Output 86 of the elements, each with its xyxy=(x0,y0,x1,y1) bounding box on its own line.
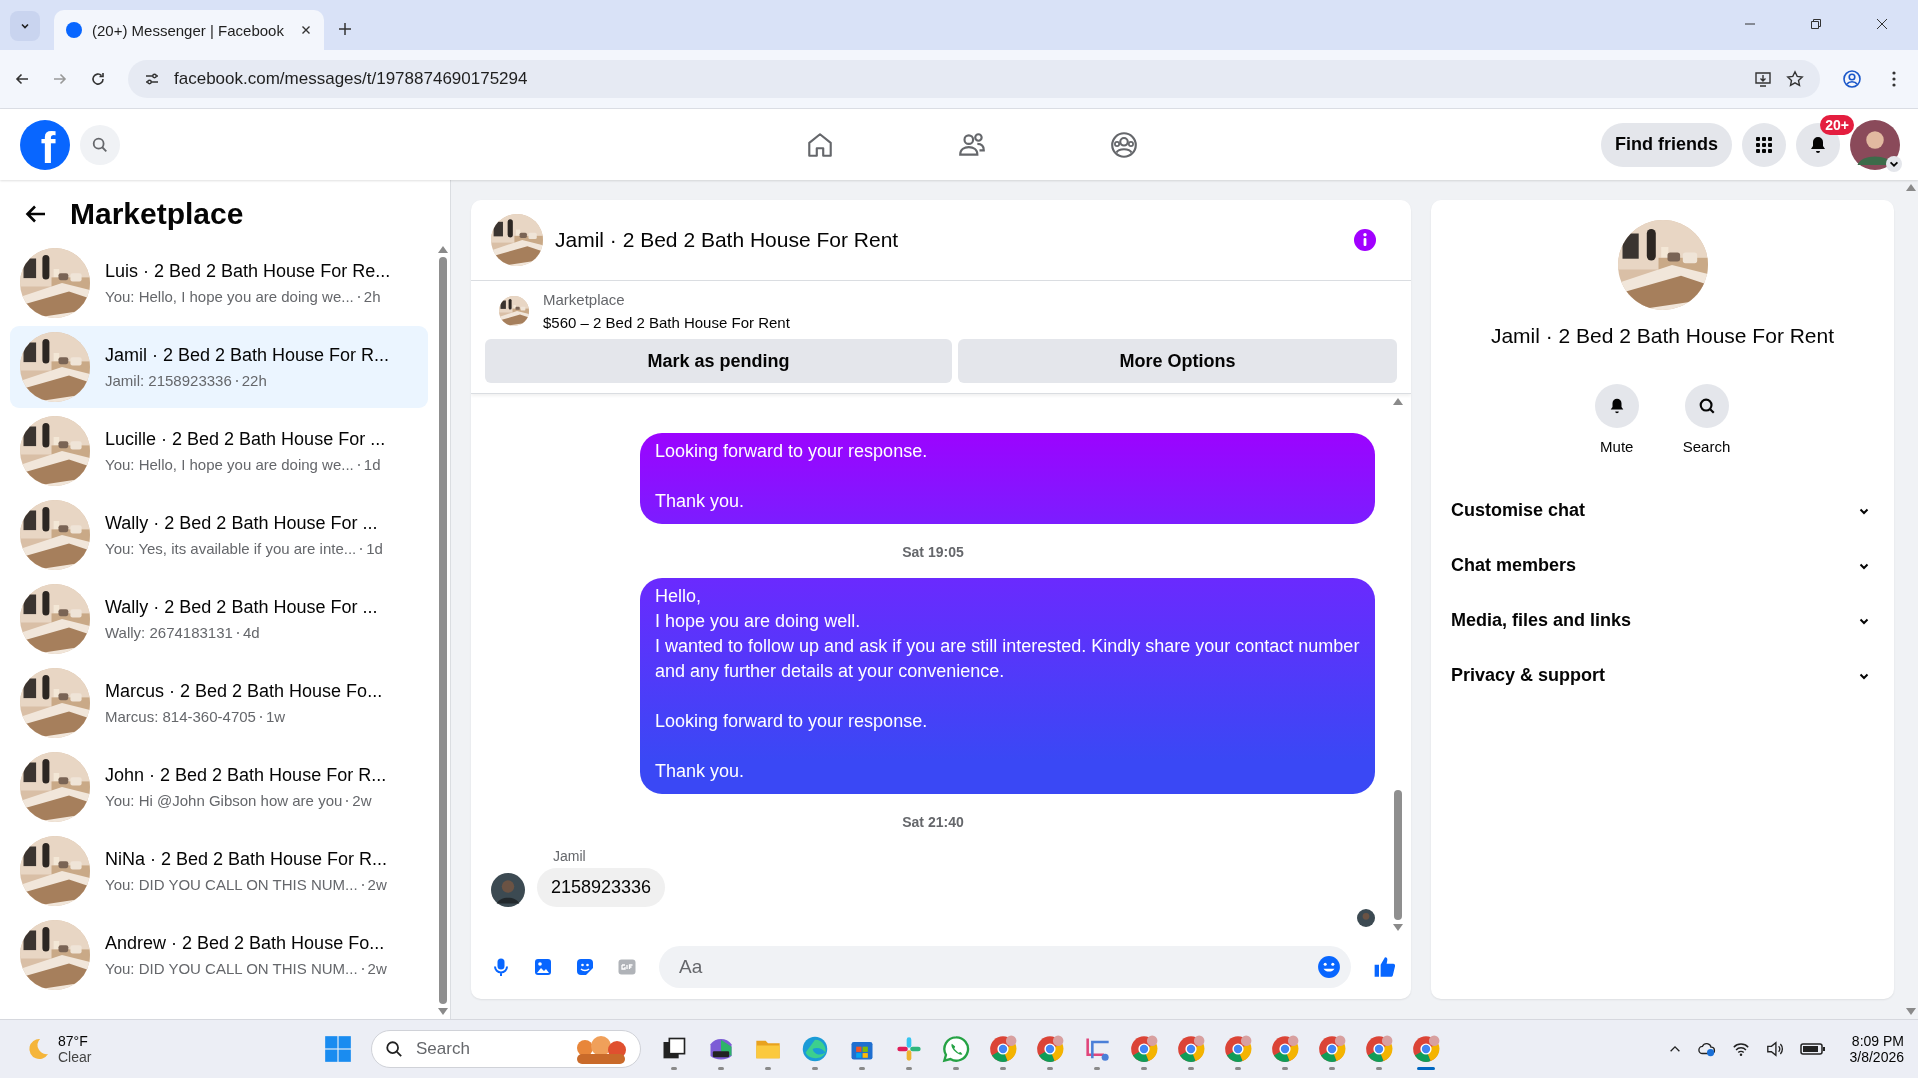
chat-title: Jamil · 2 Bed 2 Bath House For Rent xyxy=(555,228,899,252)
profile-icon[interactable] xyxy=(1842,69,1862,89)
reload-icon[interactable] xyxy=(90,71,106,87)
restore-icon[interactable] xyxy=(1810,18,1822,30)
chrome-app-icon[interactable] xyxy=(1177,1034,1205,1063)
timestamp: Sat 19:05 xyxy=(902,544,964,560)
notification-badge: 20+ xyxy=(1820,114,1854,135)
chrome-app-icon[interactable] xyxy=(1412,1034,1440,1063)
weather-condition: Clear xyxy=(58,1049,92,1065)
close-icon[interactable] xyxy=(300,24,312,36)
message-bubble: Hello, I hope you are doing well. I wanted to follow up and ask if you are still interested. Kindly share your contact number and any further details at your convenience. Looking forward to your response. Thank you. xyxy=(640,578,1375,794)
conversation-item[interactable]: Wally · 2 Bed 2 Bath House For ... Wally: 2674183131 4d xyxy=(10,578,428,660)
sidebar-title: Marketplace xyxy=(70,197,244,231)
sticker-icon[interactable] xyxy=(575,957,595,977)
volume-icon[interactable] xyxy=(1765,1040,1784,1058)
action-label: Mute xyxy=(1600,438,1634,455)
action-button[interactable]: More Options xyxy=(957,339,1397,383)
search-icon xyxy=(91,135,109,154)
clock-time[interactable]: 8:09 PM xyxy=(1851,1033,1904,1049)
action-button[interactable]: Mark as pending xyxy=(485,339,952,383)
conversation-item[interactable]: Marcus · 2 Bed 2 Bath House Fo... Marcus: 814-360-4705 1w xyxy=(10,662,428,744)
microphone-icon[interactable] xyxy=(491,957,511,977)
section-header[interactable]: Chat members xyxy=(1431,538,1894,593)
install-icon[interactable] xyxy=(1754,70,1772,88)
back-icon[interactable] xyxy=(14,71,30,87)
start-icon[interactable] xyxy=(324,1035,352,1063)
conversation-item[interactable]: NiNa · 2 Bed 2 Bath House For R... You: DID YOU CALL ON THIS NUM... 2w xyxy=(10,830,428,912)
clock-date[interactable]: 3/8/2026 xyxy=(1849,1049,1904,1065)
chrome-app-icon[interactable] xyxy=(989,1034,1017,1063)
chrome-app-icon[interactable] xyxy=(1224,1034,1252,1063)
conversation-item[interactable]: Jamil · 2 Bed 2 Bath House For R... Jamil: 2158923336 22h xyxy=(10,326,428,408)
section-header[interactable]: Privacy & support xyxy=(1431,648,1894,703)
conversation-item[interactable]: Andrew · 2 Bed 2 Bath House Fo... You: DID YOU CALL ON THIS NUM... 2w xyxy=(10,914,428,996)
image-icon[interactable] xyxy=(533,957,553,977)
logo[interactable]: f xyxy=(20,119,70,170)
section-header[interactable]: Media, files and links xyxy=(1431,593,1894,648)
chrome-app-icon[interactable] xyxy=(1271,1034,1299,1063)
find-friends-button[interactable]: Find friends xyxy=(1601,122,1732,167)
forward-icon[interactable] xyxy=(52,71,68,87)
search-icon xyxy=(385,1040,403,1058)
conversation-item[interactable]: John · 2 Bed 2 Bath House For R... You: Hi @John Gibson how are you 2w xyxy=(10,746,428,828)
bell-button[interactable] xyxy=(1594,384,1639,428)
thumbs-up-icon[interactable] xyxy=(1373,955,1397,979)
chrome-app-icon[interactable] xyxy=(1036,1034,1064,1063)
info-icon[interactable] xyxy=(1353,228,1377,252)
favicon-icon xyxy=(66,22,82,38)
bell-icon xyxy=(1808,134,1828,155)
section-header[interactable]: Customise chat xyxy=(1431,483,1894,538)
close-icon[interactable] xyxy=(1876,18,1888,30)
address-field[interactable]: facebook.com/messages/t/1978874690175294 xyxy=(128,60,1820,98)
message-input[interactable]: Aa xyxy=(659,946,1351,988)
edge-app-icon[interactable] xyxy=(801,1034,829,1063)
wifi-icon[interactable] xyxy=(1731,1040,1750,1058)
conversation-title: Jamil · 2 Bed 2 Bath House For Rent xyxy=(1490,324,1835,348)
conversation-item[interactable]: Wally · 2 Bed 2 Bath House For ... You: Yes, its available if you are inte... 1d xyxy=(10,494,428,576)
cloud-icon[interactable] xyxy=(1697,1040,1716,1058)
chrome-app-icon[interactable] xyxy=(1318,1034,1346,1063)
whatsapp-app-icon[interactable] xyxy=(942,1034,970,1063)
menu-button[interactable] xyxy=(1742,122,1786,167)
timestamp: Sat 21:40 xyxy=(902,814,964,830)
grid-menu-icon xyxy=(1754,134,1774,155)
chrome-app-icon[interactable] xyxy=(1130,1034,1158,1063)
slack-app-icon[interactable] xyxy=(895,1034,923,1063)
bookmark-star-icon[interactable] xyxy=(1786,70,1804,88)
chrome-app-icon[interactable] xyxy=(1365,1034,1393,1063)
sender-name: Jamil xyxy=(552,848,587,864)
browser-tab[interactable]: (20+) Messenger | Facebook xyxy=(54,10,324,50)
temperature: 87°F xyxy=(58,1033,89,1049)
search-icon xyxy=(1697,397,1716,415)
conversation-item[interactable]: Lucille · 2 Bed 2 Bath House For ... You: Hello, I hope you are doing we... 1d xyxy=(10,410,428,492)
chevron-down-icon[interactable] xyxy=(1886,155,1902,172)
battery-icon[interactable] xyxy=(1799,1041,1826,1057)
message-bubble: Looking forward to your response. Thank you. xyxy=(640,433,1375,524)
site-settings-icon[interactable] xyxy=(144,71,160,87)
conversation-item[interactable]: Luis · 2 Bed 2 Bath House For Re... You: Hello, I hope you are doing we... 2h xyxy=(10,242,428,324)
search-button[interactable] xyxy=(1684,384,1729,428)
listing-label: Marketplace xyxy=(543,291,626,308)
action-label: Search xyxy=(1682,438,1731,455)
message-bubble: 2158923336 xyxy=(537,868,666,907)
new-tab-icon[interactable] xyxy=(338,22,352,36)
listing-title[interactable]: $560 – 2 Bed 2 Bath House For Rent xyxy=(543,314,790,331)
seen-avatar-icon xyxy=(1357,909,1375,927)
emoji-icon[interactable] xyxy=(1317,955,1341,979)
avatar-icon[interactable] xyxy=(1850,119,1900,170)
groups-icon[interactable] xyxy=(1109,129,1139,160)
avatar-icon[interactable] xyxy=(491,873,525,907)
